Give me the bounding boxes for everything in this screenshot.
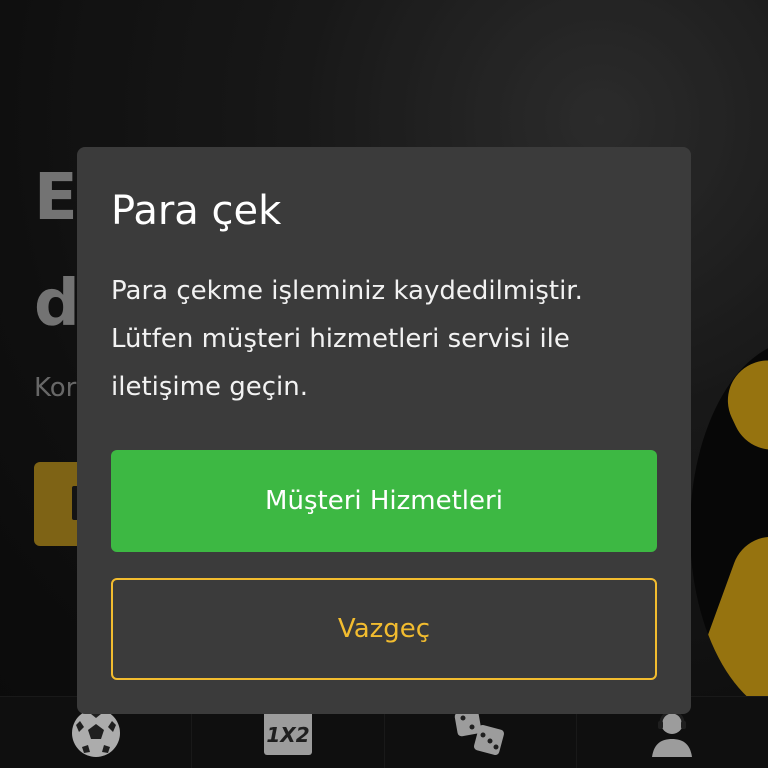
page: E d Kor 1X2 Para çek Para çekme işlemini… xyxy=(0,0,768,768)
dialog-title: Para çek xyxy=(111,188,282,234)
dialog-message: Para çekme işleminiz kaydedilmiştir. Lüt… xyxy=(111,276,583,402)
cancel-button[interactable]: Vazgeç xyxy=(111,578,657,680)
customer-service-button[interactable]: Müşteri Hizmetleri xyxy=(111,450,657,552)
withdraw-dialog: Para çek Para çekme işleminiz kaydedilmi… xyxy=(77,147,691,714)
